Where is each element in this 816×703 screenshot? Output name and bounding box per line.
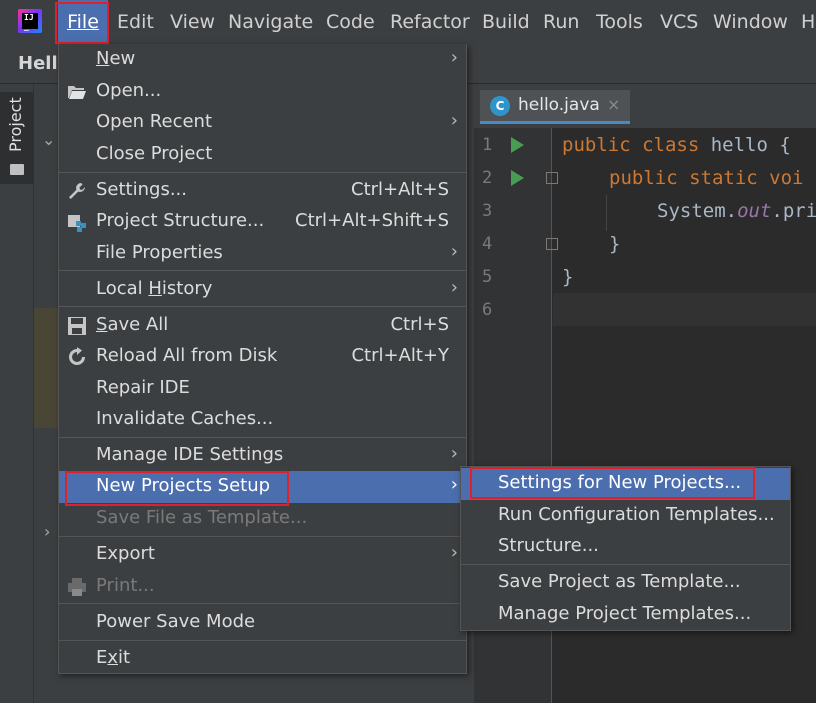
wrench-icon [69,183,85,199]
menu-code[interactable]: Code [326,0,375,44]
menu-item-invalidate-caches[interactable]: Invalidate Caches... [59,404,466,436]
indent-guide [606,195,607,231]
menu-edit[interactable]: Edit [117,0,154,44]
menu-separator [59,603,466,604]
menu-help[interactable]: H [801,0,815,44]
menu-item-project-structure[interactable]: Project Structure... Ctrl+Alt+Shift+S [59,206,466,238]
run-icon[interactable] [511,137,524,153]
line-number: 4 [482,234,493,254]
code-line-3: System.out.pri [657,200,816,222]
tab-label: hello.java [518,95,600,115]
code-line-1: public class hello { [562,134,791,156]
submenu-item-structure[interactable]: Structure... [461,531,790,563]
menu-vcs[interactable]: VCS [660,0,698,44]
save-icon [68,317,86,335]
line-number: 2 [482,168,493,188]
menu-window[interactable]: Window [713,0,788,44]
menu-bar: IJ _ File Edit View Navigate Code Refacto… [0,0,816,44]
menu-item-save-all[interactable]: Save All Ctrl+S [59,310,466,342]
chevron-down-icon[interactable]: ⌄ [42,130,55,149]
menu-item-new[interactable]: New › [59,44,466,76]
printer-icon [68,578,86,596]
menu-item-manage-ide-settings[interactable]: Manage IDE Settings › [59,440,466,472]
menu-tools[interactable]: Tools [596,0,643,44]
menu-navigate[interactable]: Navigate [228,0,313,44]
submenu-item-manage-project-templates[interactable]: Manage Project Templates... [461,599,790,631]
menu-item-local-history[interactable]: Local History › [59,274,466,306]
menu-separator [59,306,466,307]
menu-build[interactable]: Build [482,0,530,44]
menu-run[interactable]: Run [543,0,579,44]
intellij-logo-icon: IJ _ [18,9,42,33]
menu-separator [59,640,466,641]
java-class-icon: C [490,96,510,116]
menu-separator [461,564,790,565]
menu-item-open[interactable]: Open... [59,76,466,108]
menu-item-repair-ide[interactable]: Repair IDE [59,373,466,405]
line-number: 5 [482,267,493,287]
line-number: 6 [482,300,493,320]
menu-item-print: Print... [59,571,466,603]
menu-item-file-properties[interactable]: File Properties › [59,238,466,270]
menu-refactor[interactable]: Refactor [390,0,470,44]
submenu-item-save-project-as-template[interactable]: Save Project as Template... [461,567,790,599]
code-line-5: } [562,266,574,288]
menu-separator [59,270,466,271]
caret-line-highlight [553,293,816,326]
refresh-icon [69,347,85,365]
menu-item-reload-all[interactable]: Reload All from Disk Ctrl+Alt+Y [59,341,466,373]
menu-separator [59,536,466,537]
line-number: 1 [482,135,493,155]
selected-tree-row [34,308,58,428]
menu-item-exit[interactable]: Exit [59,643,466,675]
menu-item-open-recent[interactable]: Open Recent › [59,107,466,139]
menu-item-save-file-as-template: Save File as Template... [96,507,308,528]
close-icon[interactable]: × [607,95,620,114]
file-menu-highlight-box [55,2,109,44]
fold-icon[interactable] [546,172,558,184]
folder-open-icon [68,86,86,99]
run-icon[interactable] [511,170,524,186]
menu-item-settings[interactable]: Settings... Ctrl+Alt+S [59,175,466,207]
menu-item-close-project[interactable]: Close Project [59,139,466,171]
submenu-item-run-configuration-templates[interactable]: Run Configuration Templates... [461,500,790,532]
project-structure-icon [68,215,86,232]
folder-icon [10,164,24,175]
code-line-4: } [609,233,621,255]
fold-icon[interactable] [546,238,558,250]
menu-item-export[interactable]: Export › [59,539,466,571]
new-projects-setup-highlight-box [65,471,289,506]
project-tab-label: Project [6,97,25,152]
menu-view[interactable]: View [170,0,215,44]
chevron-right-icon[interactable]: › [44,522,50,541]
line-number: 3 [482,201,493,221]
menu-separator [59,172,466,173]
menu-item-power-save-mode[interactable]: Power Save Mode [59,607,466,639]
settings-for-new-projects-highlight-box [470,467,755,499]
menu-separator [59,437,466,438]
code-line-2: public static voi [609,167,804,189]
